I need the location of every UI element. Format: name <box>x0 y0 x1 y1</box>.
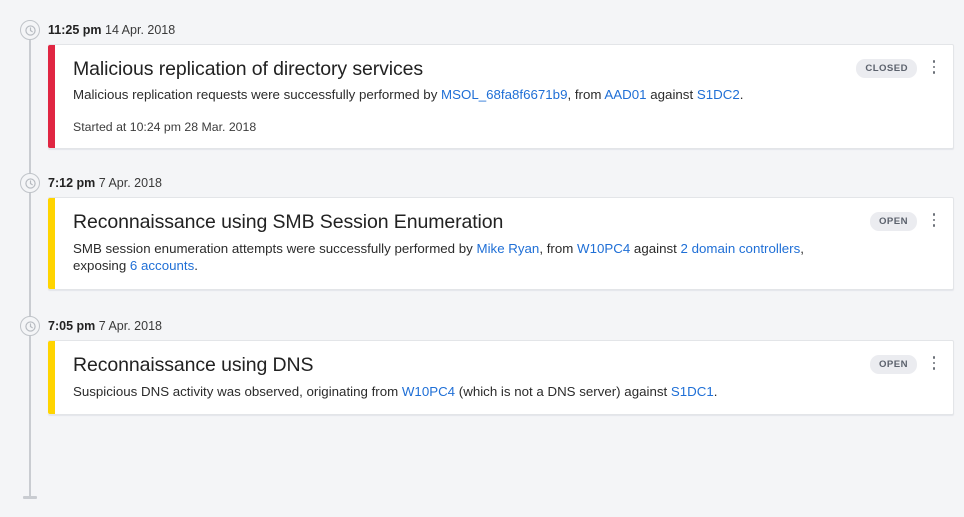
severity-accent-bar <box>48 341 55 414</box>
alert-card[interactable]: Malicious replication of directory servi… <box>48 44 954 149</box>
alert-description: Malicious replication requests were succ… <box>73 86 842 104</box>
alert-card-wrapper: Reconnaissance using SMB Session Enumera… <box>0 197 964 290</box>
timeline-spine-end-cap <box>23 496 37 499</box>
status-badge: OPEN <box>870 212 917 231</box>
entity-link[interactable]: 6 accounts <box>130 258 194 273</box>
timestamp-time: 11:25 pm <box>48 23 102 37</box>
alert-card-wrapper: Reconnaissance using DNS Suspicious DNS … <box>0 340 964 415</box>
alert-card[interactable]: Reconnaissance using SMB Session Enumera… <box>48 197 954 290</box>
entity-link[interactable]: S1DC2 <box>697 87 740 102</box>
alert-card-body: Reconnaissance using DNS Suspicious DNS … <box>55 341 856 414</box>
entity-link[interactable]: AAD01 <box>604 87 646 102</box>
alert-title: Malicious replication of directory servi… <box>73 57 842 81</box>
alert-description: Suspicious DNS activity was observed, or… <box>73 383 856 401</box>
timeline-event-header: 11:25 pm 14 Apr. 2018 <box>0 16 964 44</box>
alert-card[interactable]: Reconnaissance using DNS Suspicious DNS … <box>48 340 954 415</box>
timestamp-date: 7 Apr. 2018 <box>99 176 162 190</box>
entity-link[interactable]: W10PC4 <box>577 241 630 256</box>
timestamp-date: 14 Apr. 2018 <box>105 23 175 37</box>
timeline-event-timestamp: 7:12 pm 7 Apr. 2018 <box>48 177 162 190</box>
timeline-event-header: 7:05 pm 7 Apr. 2018 <box>0 312 964 340</box>
entity-link[interactable]: 2 domain controllers <box>681 241 801 256</box>
timeline-event: 7:12 pm 7 Apr. 2018 Reconnaissance using… <box>0 169 964 290</box>
alert-card-actions: OPEN <box>856 198 953 289</box>
more-vertical-icon[interactable] <box>927 57 941 77</box>
alert-started-at: Started at 10:24 pm 28 Mar. 2018 <box>73 120 842 134</box>
clock-icon <box>20 316 40 336</box>
alert-title: Reconnaissance using SMB Session Enumera… <box>73 210 856 234</box>
alerts-timeline: 11:25 pm 14 Apr. 2018 Malicious replicat… <box>0 16 964 517</box>
timeline-event: 7:05 pm 7 Apr. 2018 Reconnaissance using… <box>0 312 964 415</box>
timestamp-date: 7 Apr. 2018 <box>99 319 162 333</box>
alert-card-body: Reconnaissance using SMB Session Enumera… <box>55 198 856 289</box>
entity-link[interactable]: S1DC1 <box>671 384 714 399</box>
alert-title: Reconnaissance using DNS <box>73 353 856 377</box>
severity-accent-bar <box>48 45 55 148</box>
timeline-event: 11:25 pm 14 Apr. 2018 Malicious replicat… <box>0 16 964 149</box>
severity-accent-bar <box>48 198 55 289</box>
alert-card-body: Malicious replication of directory servi… <box>55 45 842 148</box>
clock-icon <box>20 20 40 40</box>
entity-link[interactable]: Mike Ryan <box>477 241 540 256</box>
timestamp-time: 7:12 pm <box>48 176 95 190</box>
alert-card-wrapper: Malicious replication of directory servi… <box>0 44 964 149</box>
timeline-event-timestamp: 11:25 pm 14 Apr. 2018 <box>48 24 175 37</box>
clock-icon <box>20 173 40 193</box>
timestamp-time: 7:05 pm <box>48 319 95 333</box>
entity-link[interactable]: W10PC4 <box>402 384 455 399</box>
more-vertical-icon[interactable] <box>927 353 941 373</box>
status-badge: CLOSED <box>856 59 917 78</box>
status-badge: OPEN <box>870 355 917 374</box>
more-vertical-icon[interactable] <box>927 210 941 230</box>
timeline-event-header: 7:12 pm 7 Apr. 2018 <box>0 169 964 197</box>
alert-card-actions: OPEN <box>856 341 953 414</box>
alert-description: SMB session enumeration attempts were su… <box>73 240 856 276</box>
alert-card-actions: CLOSED <box>842 45 953 148</box>
entity-link[interactable]: MSOL_68fa8f6671b9 <box>441 87 567 102</box>
timeline-event-timestamp: 7:05 pm 7 Apr. 2018 <box>48 320 162 333</box>
